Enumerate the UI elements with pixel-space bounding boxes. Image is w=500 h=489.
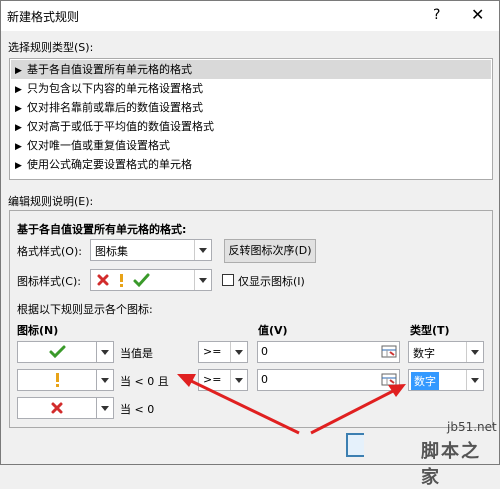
watermark-url: jb51.net	[447, 420, 497, 434]
watermark-logo-text: 脚本之家	[421, 441, 481, 488]
annotation-arrows	[177, 374, 406, 435]
arrow-head-icon	[388, 384, 406, 397]
new-format-rule-dialog: 新建格式规则 ? ✕ 选择规则类型(S): ▶ 基于各自值设置所有单元格的格式 ▶…	[0, 0, 500, 488]
annotation-arrow-left	[186, 377, 300, 435]
annotation-arrow-right	[310, 387, 398, 435]
